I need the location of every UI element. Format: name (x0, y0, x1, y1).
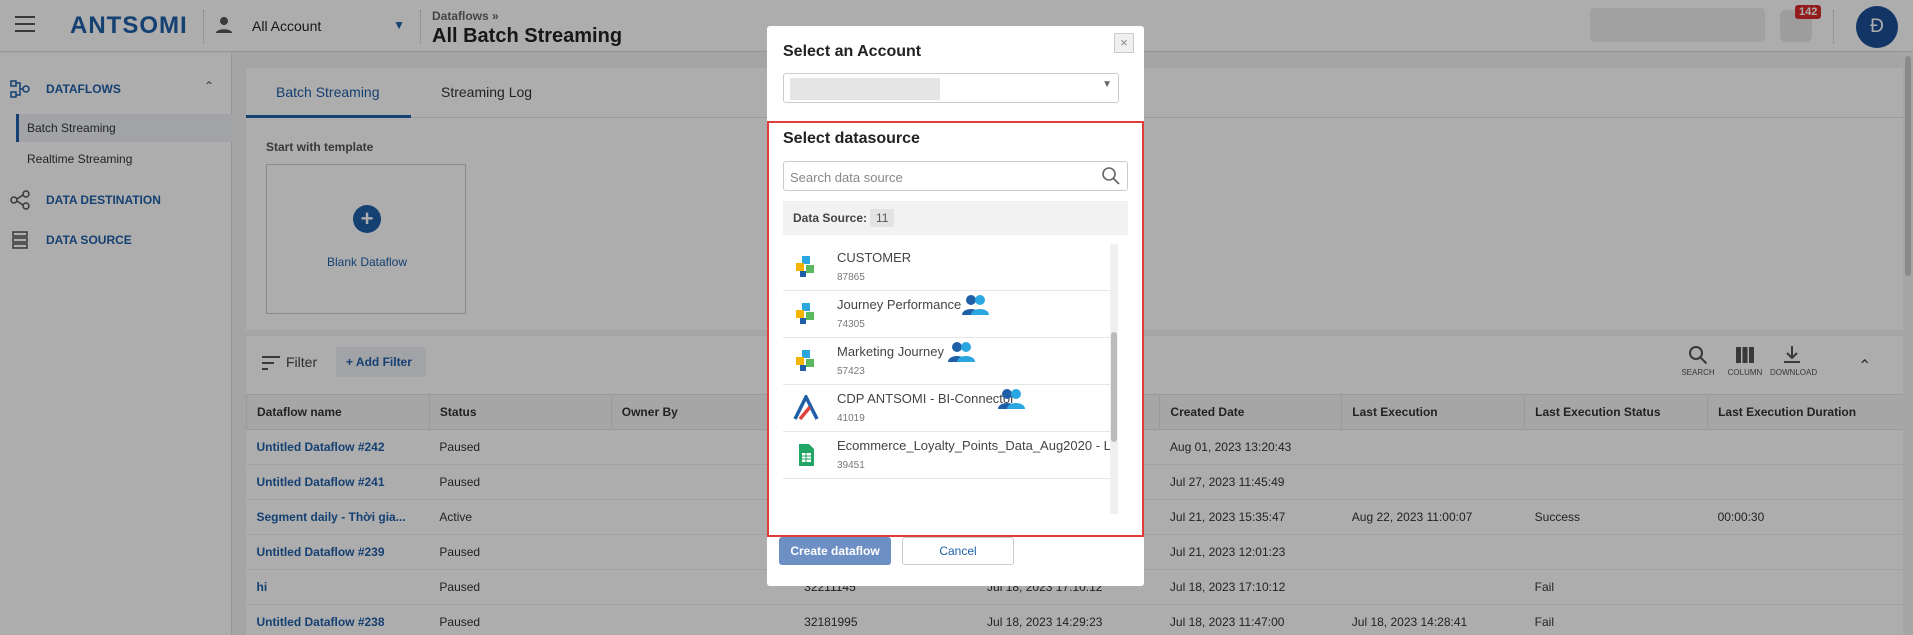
cancel-button[interactable]: Cancel (902, 537, 1014, 565)
datasource-name: CUSTOMER (837, 250, 912, 265)
antsomi-cdp-icon (796, 303, 814, 324)
datasource-id: 87865 (837, 272, 865, 283)
datasource-list: CUSTOMER 87865 Journey Performance 74305… (783, 244, 1128, 514)
datasource-name: CDP ANTSOMI - BI-Connector (837, 391, 1015, 406)
antsomi-cdp-icon (796, 256, 814, 277)
close-icon[interactable]: × (1114, 33, 1134, 53)
datasource-search (783, 161, 1128, 191)
dialog-title: Select an Account (783, 43, 922, 60)
chevron-down-icon: ▼ (1102, 79, 1112, 90)
shared-users-icon (998, 389, 1025, 409)
datasource-list-scrollbar[interactable] (1110, 244, 1118, 514)
datasource-item[interactable]: CUSTOMER 87865 (783, 244, 1113, 291)
datasource-count-label: Data Source: (793, 211, 868, 225)
datasource-count-bar: Data Source: 11 (783, 201, 1128, 235)
select-account-dialog: Select an Account × ▼ Select datasource … (767, 26, 1144, 586)
account-dropdown[interactable]: ▼ (783, 73, 1119, 103)
search-icon[interactable] (1101, 166, 1121, 186)
datasource-id: 41019 (837, 413, 865, 424)
datasource-id: 57423 (837, 366, 865, 377)
datasource-item[interactable]: Ecommerce_Loyalty_Points_Data_Aug2020 - … (783, 432, 1113, 479)
antsomi-logo-icon (793, 395, 819, 421)
datasource-name: Journey Performance (837, 297, 962, 312)
create-dataflow-button[interactable]: Create dataflow (779, 537, 891, 565)
datasource-item[interactable]: Journey Performance 74305 (783, 291, 1113, 338)
datasource-count-badge: 11 (870, 209, 895, 227)
datasource-id: 39451 (837, 460, 865, 471)
redacted-account-value (790, 78, 940, 100)
datasource-id: 74305 (837, 319, 865, 330)
antsomi-cdp-icon (796, 350, 814, 371)
shared-users-icon (962, 295, 989, 315)
datasource-name: Ecommerce_Loyalty_Points_Data_Aug2020 - … (837, 438, 1113, 453)
datasource-name: Marketing Journey (837, 344, 944, 359)
google-sheets-icon (799, 444, 814, 466)
datasource-item[interactable]: Marketing Journey 57423 (783, 338, 1113, 385)
datasource-item[interactable]: CDP ANTSOMI - BI-Connector 41019 (783, 385, 1113, 432)
shared-users-icon (948, 342, 975, 362)
datasource-search-input[interactable] (790, 167, 1090, 187)
datasource-section-title: Select datasource (783, 130, 920, 147)
